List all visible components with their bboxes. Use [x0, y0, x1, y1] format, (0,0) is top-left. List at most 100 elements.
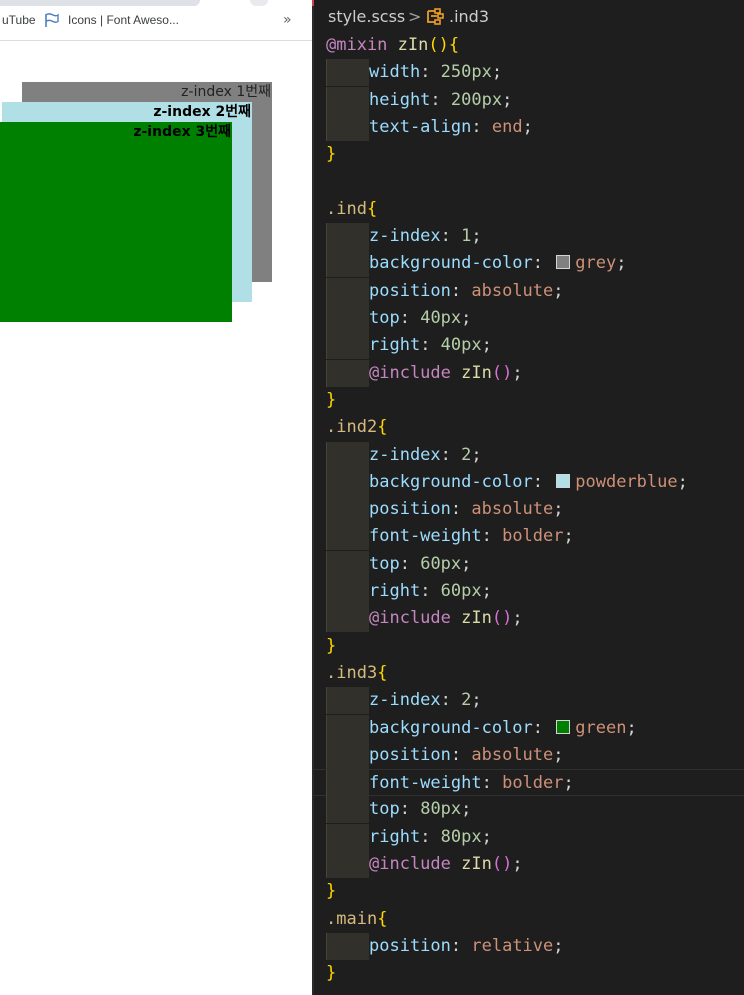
- code-line[interactable]: z-index: 1;: [312, 223, 744, 251]
- indent-guide: [326, 796, 369, 824]
- code-editor[interactable]: style.scss > .ind3 @mixin zIn(){width: 2…: [312, 0, 744, 995]
- chevron-right-icon: >: [408, 7, 422, 26]
- code-line[interactable]: right: 80px;: [312, 823, 744, 851]
- code-text: height: 200px;: [369, 87, 512, 114]
- code-line[interactable]: font-weight: bolder;: [312, 523, 744, 551]
- code-token: font-weight: [369, 526, 482, 547]
- code-text: .main{: [326, 906, 387, 933]
- code-line[interactable]: position: absolute;: [312, 741, 744, 769]
- code-line[interactable]: }: [312, 960, 744, 987]
- indent-guide: [326, 277, 369, 305]
- code-line[interactable]: top: 60px;: [312, 550, 744, 578]
- code-line[interactable]: top: 80px;: [312, 796, 744, 824]
- code-line[interactable]: position: absolute;: [312, 277, 744, 305]
- code-line[interactable]: background-color: grey;: [312, 250, 744, 278]
- code-token: ;: [481, 581, 492, 601]
- code-line[interactable]: @mixin zIn(){: [312, 32, 744, 59]
- code-token: (): [491, 854, 513, 874]
- code-token: absolute: [471, 499, 554, 520]
- code-line[interactable]: [312, 169, 744, 196]
- code-token: z-index: [369, 444, 441, 465]
- browser-pane: uTube Icons | Font Aweso... » z-index 1번…: [0, 0, 312, 995]
- code-text: width: 250px;: [369, 59, 502, 86]
- code-token: height: [369, 89, 431, 110]
- code-line[interactable]: position: absolute;: [312, 496, 744, 524]
- code-line[interactable]: width: 250px;: [312, 59, 744, 87]
- code-line[interactable]: @include zIn();: [312, 851, 744, 878]
- color-swatch[interactable]: [556, 255, 571, 270]
- z-index-box-3: z-index 3번째: [0, 122, 232, 322]
- code-line-current[interactable]: font-weight: bolder;: [312, 769, 744, 798]
- code-line[interactable]: }: [312, 387, 744, 414]
- code-token: @mixin: [326, 35, 388, 55]
- code-token: ;: [512, 608, 523, 629]
- breadcrumb-file[interactable]: style.scss: [328, 7, 405, 26]
- code-token: 80px: [420, 799, 462, 820]
- code-text: }: [326, 141, 336, 168]
- indent-guide: [326, 332, 369, 360]
- code-token: :: [450, 280, 472, 301]
- code-line[interactable]: @include zIn();: [312, 359, 744, 387]
- code-line[interactable]: position: relative;: [312, 932, 744, 960]
- code-line[interactable]: background-color: green;: [312, 714, 744, 742]
- code-line[interactable]: top: 40px;: [312, 305, 744, 332]
- code-token: ;: [471, 226, 482, 247]
- code-line[interactable]: .ind{: [312, 196, 744, 223]
- code-token: 2: [461, 690, 472, 711]
- code-token: @include: [369, 854, 451, 874]
- code-line[interactable]: right: 40px;: [312, 332, 744, 360]
- code-token: (): [491, 362, 513, 383]
- code-text: top: 80px;: [369, 796, 471, 823]
- code-line[interactable]: .main{: [312, 906, 744, 933]
- code-line[interactable]: z-index: 2;: [312, 687, 744, 715]
- code-token: ;: [481, 335, 492, 356]
- code-text: @include zIn();: [369, 851, 523, 878]
- code-token: 60px: [440, 581, 482, 601]
- code-line[interactable]: @include zIn();: [312, 605, 744, 633]
- code-token: @include: [369, 608, 451, 629]
- code-token: green: [575, 717, 627, 738]
- code-token: ;: [461, 308, 472, 328]
- color-swatch[interactable]: [556, 473, 571, 488]
- code-token: {: [377, 908, 388, 929]
- code-token: top: [369, 553, 400, 574]
- code-line[interactable]: .ind3{: [312, 660, 744, 687]
- code-text: top: 40px;: [369, 305, 471, 332]
- code-token: :: [399, 799, 421, 820]
- code-token: position: [369, 499, 451, 520]
- code-token: position: [369, 280, 451, 301]
- code-token: z-index: [369, 226, 441, 247]
- code-token: ;: [616, 253, 627, 274]
- indent-guide: [326, 468, 369, 496]
- code-text: position: absolute;: [369, 496, 564, 523]
- code-token: :: [450, 935, 472, 956]
- code-token: zIn: [461, 854, 492, 874]
- code-text: z-index: 1;: [369, 223, 482, 250]
- code-line[interactable]: }: [312, 633, 744, 660]
- code-line[interactable]: .ind2{: [312, 414, 744, 441]
- code-token: :: [532, 717, 554, 738]
- code-token: position: [369, 744, 451, 765]
- code-token: }: [326, 635, 337, 656]
- code-text: }: [326, 633, 336, 660]
- code-text: right: 80px;: [369, 824, 492, 851]
- code-line[interactable]: background-color: powderblue;: [312, 468, 744, 496]
- code-line[interactable]: }: [312, 878, 744, 905]
- code-text: z-index: 2;: [369, 687, 482, 714]
- breadcrumb-symbol[interactable]: .ind3: [449, 7, 489, 26]
- code-line[interactable]: height: 200px;: [312, 86, 744, 114]
- code-token: (): [491, 608, 513, 629]
- code-token: :: [532, 471, 554, 492]
- code-line[interactable]: z-index: 2;: [312, 441, 744, 469]
- code-token: {: [377, 417, 388, 438]
- code-line[interactable]: text-align: end;: [312, 113, 744, 141]
- code-token: ;: [471, 444, 482, 465]
- code-token: background-color: [369, 471, 533, 492]
- code-token: right: [369, 335, 421, 356]
- code-token: ;: [563, 773, 574, 794]
- code-line[interactable]: }: [312, 141, 744, 168]
- color-swatch[interactable]: [556, 719, 571, 734]
- code-text: position: absolute;: [369, 278, 564, 305]
- code-line[interactable]: right: 60px;: [312, 578, 744, 605]
